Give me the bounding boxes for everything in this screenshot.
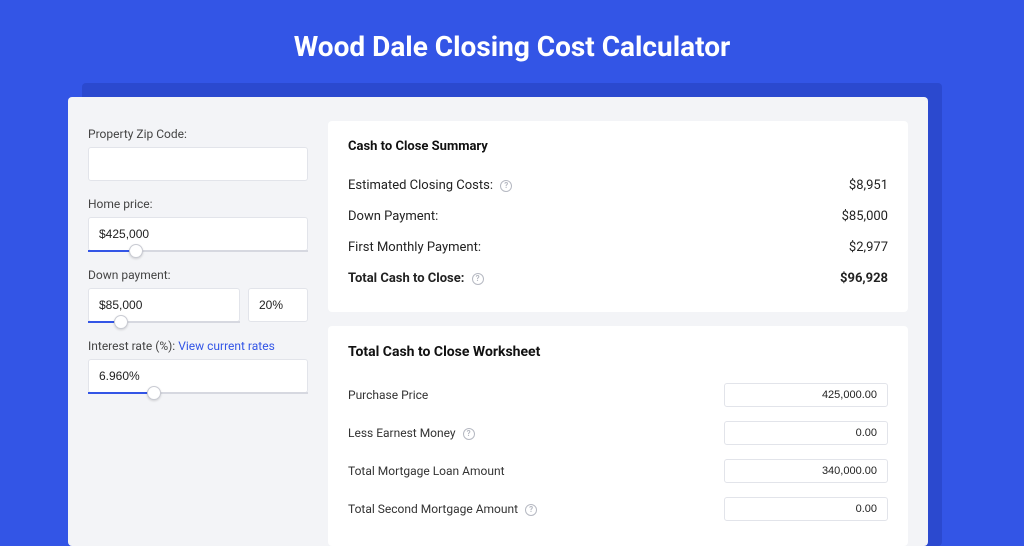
worksheet-row-second-mortgage: Total Second Mortgage Amount ?	[348, 490, 888, 528]
down-payment-percent-input[interactable]	[248, 288, 308, 322]
summary-row-down-payment: Down Payment: $85,000	[348, 201, 888, 232]
worksheet-value-input[interactable]	[724, 497, 888, 521]
worksheet-label: Purchase Price	[348, 388, 428, 402]
summary-value: $2,977	[849, 240, 888, 255]
summary-row-total: Total Cash to Close: ? $96,928	[348, 263, 888, 294]
worksheet-row-purchase-price: Purchase Price	[348, 376, 888, 414]
worksheet-row-mortgage-loan: Total Mortgage Loan Amount	[348, 452, 888, 490]
field-down-payment: Down payment:	[88, 268, 308, 323]
card-shadow: Property Zip Code: Home price: Down paym…	[82, 83, 942, 546]
home-price-input[interactable]	[88, 217, 308, 251]
summary-label: First Monthly Payment:	[348, 240, 481, 255]
summary-row-closing-costs: Estimated Closing Costs: ? $8,951	[348, 170, 888, 201]
worksheet-value-input[interactable]	[724, 421, 888, 445]
help-icon[interactable]: ?	[472, 273, 484, 285]
home-price-slider[interactable]	[88, 250, 308, 252]
interest-rate-label: Interest rate (%): View current rates	[88, 339, 308, 353]
field-interest-rate: Interest rate (%): View current rates	[88, 339, 308, 394]
zip-label: Property Zip Code:	[88, 127, 308, 141]
summary-label: Estimated Closing Costs:	[348, 178, 493, 193]
view-rates-link[interactable]: View current rates	[178, 339, 275, 353]
worksheet-value-input[interactable]	[724, 459, 888, 483]
worksheet-row-earnest-money: Less Earnest Money ?	[348, 414, 888, 452]
down-payment-input[interactable]	[88, 288, 240, 322]
home-price-label: Home price:	[88, 197, 308, 211]
page-title: Wood Dale Closing Cost Calculator	[0, 0, 1024, 83]
down-payment-label: Down payment:	[88, 268, 308, 282]
worksheet-label: Total Second Mortgage Amount	[348, 502, 518, 516]
worksheet-title: Total Cash to Close Worksheet	[348, 344, 888, 360]
summary-row-monthly-payment: First Monthly Payment: $2,977	[348, 232, 888, 263]
results-column: Cash to Close Summary Estimated Closing …	[328, 121, 908, 546]
summary-total-value: $96,928	[840, 271, 888, 286]
interest-rate-input[interactable]	[88, 359, 308, 393]
help-icon[interactable]: ?	[500, 180, 512, 192]
summary-title: Cash to Close Summary	[348, 139, 888, 154]
interest-rate-label-text: Interest rate (%):	[88, 339, 175, 353]
field-zip: Property Zip Code:	[88, 127, 308, 181]
summary-total-label: Total Cash to Close:	[348, 271, 464, 286]
summary-value: $8,951	[849, 178, 888, 193]
worksheet-panel: Total Cash to Close Worksheet Purchase P…	[328, 326, 908, 546]
worksheet-label: Less Earnest Money	[348, 426, 456, 440]
zip-input[interactable]	[88, 147, 308, 181]
inputs-column: Property Zip Code: Home price: Down paym…	[88, 121, 308, 546]
down-payment-slider[interactable]	[88, 321, 240, 323]
help-icon[interactable]: ?	[525, 504, 537, 516]
calculator-card: Property Zip Code: Home price: Down paym…	[68, 97, 928, 546]
summary-label: Down Payment:	[348, 209, 438, 224]
worksheet-label: Total Mortgage Loan Amount	[348, 464, 505, 478]
field-home-price: Home price:	[88, 197, 308, 252]
interest-rate-slider[interactable]	[88, 392, 308, 394]
worksheet-value-input[interactable]	[724, 383, 888, 407]
summary-value: $85,000	[842, 209, 888, 224]
help-icon[interactable]: ?	[463, 428, 475, 440]
summary-panel: Cash to Close Summary Estimated Closing …	[328, 121, 908, 312]
